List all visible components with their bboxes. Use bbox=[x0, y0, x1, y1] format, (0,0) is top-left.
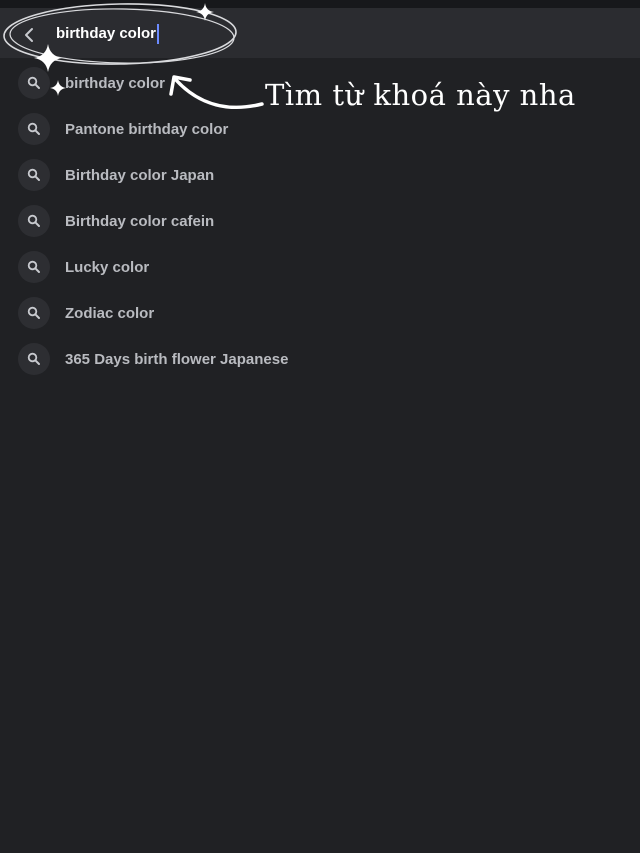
chevron-left-icon bbox=[25, 28, 33, 42]
suggestion-item[interactable]: Pantone birthday color bbox=[0, 106, 640, 152]
suggestion-label: Pantone birthday color bbox=[65, 120, 229, 138]
suggestion-item[interactable]: Lucky color bbox=[0, 244, 640, 290]
suggestion-item[interactable]: 365 Days birth flower Japanese bbox=[0, 336, 640, 382]
annotation-text: Tìm từ khoá này nha bbox=[265, 78, 576, 112]
search-bar: birthday color bbox=[0, 8, 640, 58]
search-page: birthday color birthday color Pantone bi… bbox=[0, 0, 640, 853]
suggestion-label: birthday color bbox=[65, 74, 166, 92]
search-icon bbox=[18, 205, 50, 237]
search-icon bbox=[18, 67, 50, 99]
suggestion-label: Birthday color Japan bbox=[65, 166, 215, 184]
suggestion-label: Zodiac color bbox=[65, 304, 155, 322]
text-caret bbox=[157, 24, 160, 44]
search-icon bbox=[18, 113, 50, 145]
suggestion-label: 365 Days birth flower Japanese bbox=[65, 350, 289, 368]
search-icon bbox=[18, 297, 50, 329]
suggestion-item[interactable]: Birthday color cafein bbox=[0, 198, 640, 244]
search-input[interactable]: birthday color bbox=[56, 21, 160, 47]
suggestion-item[interactable]: Birthday color Japan bbox=[0, 152, 640, 198]
search-icon bbox=[18, 343, 50, 375]
suggestion-label: Lucky color bbox=[65, 258, 150, 276]
search-icon bbox=[18, 159, 50, 191]
status-strip bbox=[0, 0, 640, 8]
suggestion-item[interactable]: Zodiac color bbox=[0, 290, 640, 336]
search-icon bbox=[18, 251, 50, 283]
suggestion-label: Birthday color cafein bbox=[65, 212, 215, 230]
back-button[interactable] bbox=[16, 21, 44, 49]
search-query-text: birthday color bbox=[56, 25, 157, 42]
